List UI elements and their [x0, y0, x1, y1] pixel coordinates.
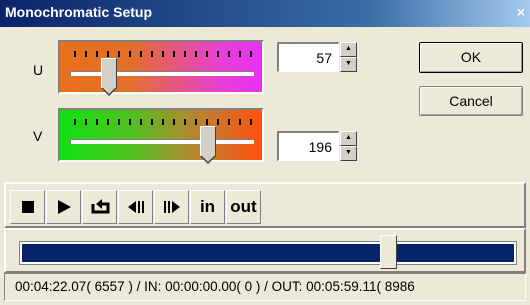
v-slider-track — [70, 139, 254, 144]
transport-toolbar: in out — [4, 182, 526, 228]
step-back-button[interactable] — [118, 190, 153, 224]
u-slider-ticks — [74, 51, 252, 57]
loop-button[interactable] — [82, 190, 117, 224]
window-title: Monochromatic Setup — [5, 4, 153, 20]
step-forward-icon — [163, 201, 180, 213]
timeline-track[interactable] — [20, 242, 516, 264]
u-down-arrow-icon[interactable]: ▼ — [340, 57, 357, 72]
u-slider-thumb[interactable] — [101, 58, 117, 96]
mark-in-button[interactable]: in — [190, 190, 225, 224]
u-slider-track — [70, 71, 254, 76]
v-slider-ticks — [74, 119, 252, 125]
step-back-icon — [127, 201, 144, 213]
play-button[interactable] — [46, 190, 81, 224]
v-slider[interactable] — [58, 108, 264, 164]
loop-icon — [91, 199, 109, 214]
step-forward-button[interactable] — [154, 190, 189, 224]
stop-icon — [21, 201, 34, 213]
timeline-thumb[interactable] — [380, 235, 397, 269]
timeline — [4, 228, 526, 273]
status-bar: 00:04:22.07( 6557 ) / IN: 00:00:00.00( 0… — [4, 273, 526, 301]
v-up-arrow-icon[interactable]: ▲ — [340, 131, 357, 146]
v-spinbox[interactable]: 196 ▲ ▼ — [277, 131, 357, 161]
title-bar[interactable]: Monochromatic Setup × — [0, 0, 530, 27]
v-slider-thumb[interactable] — [200, 126, 216, 164]
play-icon — [57, 200, 71, 214]
stop-button[interactable] — [10, 190, 45, 224]
u-spinbox[interactable]: 57 ▲ ▼ — [277, 42, 357, 72]
mark-out-button[interactable]: out — [226, 190, 261, 224]
v-label: V — [33, 128, 43, 144]
u-label: U — [33, 62, 44, 78]
cancel-button[interactable]: Cancel — [419, 86, 523, 116]
v-down-arrow-icon[interactable]: ▼ — [340, 146, 357, 161]
u-value-field[interactable]: 57 — [277, 42, 339, 72]
v-value-field[interactable]: 196 — [277, 131, 339, 161]
close-icon[interactable]: × — [514, 3, 528, 21]
u-slider[interactable] — [58, 40, 264, 96]
u-up-arrow-icon[interactable]: ▲ — [340, 42, 357, 57]
ok-button[interactable]: OK — [419, 42, 523, 73]
